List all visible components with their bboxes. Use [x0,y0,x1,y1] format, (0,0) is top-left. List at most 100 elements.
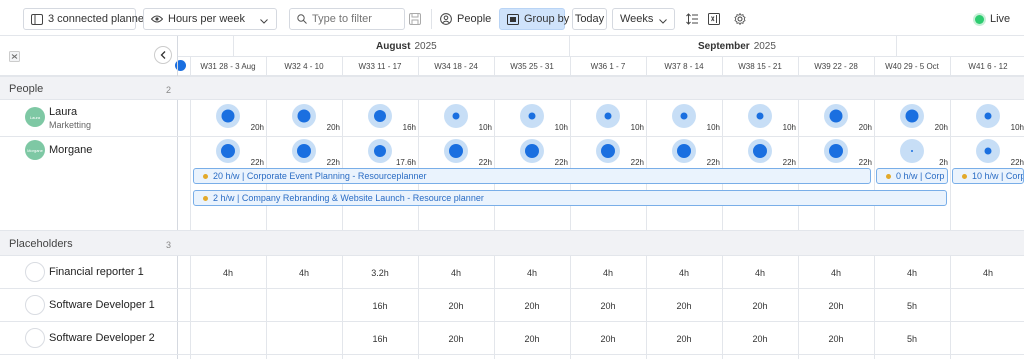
allocation-cell[interactable]: 20h [570,334,646,344]
allocation-cell[interactable]: 4h [646,268,722,278]
allocation-cell[interactable]: 5h [874,301,950,311]
week-header[interactable]: W36 1 - 7 [570,56,646,76]
week-column-line [874,56,875,359]
allocation-cell[interactable]: 16h [342,301,418,311]
allocation-cell[interactable]: 20h [722,301,798,311]
capacity-bubble[interactable] [672,139,696,163]
task-label: 10 h/w | Corp [972,171,1024,181]
connected-planners-button[interactable]: 3 connected planners [23,8,153,30]
capacity-bubble[interactable] [292,104,316,128]
capacity-bubble[interactable] [900,139,924,163]
capacity-bubble[interactable] [596,139,620,163]
capacity-dot [984,112,992,120]
row-height-icon[interactable] [686,8,698,30]
allocation-cell[interactable]: 20h [646,334,722,344]
allocation-cell[interactable]: 20h [494,301,570,311]
allocation-cell[interactable]: 16h [342,334,418,344]
hours-label: 16h [402,123,416,132]
capacity-bubble[interactable] [368,139,392,163]
capacity-dot [680,112,688,120]
allocation-cell[interactable]: 20h [722,334,798,344]
capacity-bubble[interactable] [292,139,316,163]
week-header[interactable]: W38 15 - 21 [722,56,798,76]
allocation-cell[interactable]: 4h [494,268,570,278]
task-bar[interactable]: 10 h/w | Corp [952,168,1024,184]
allocation-cell[interactable]: 3.2h [342,268,418,278]
allocation-cell[interactable]: 20h [570,301,646,311]
capacity-bubble[interactable] [368,104,392,128]
allocation-cell[interactable]: 20h [798,334,874,344]
allocation-cell[interactable]: 4h [950,268,1024,278]
allocation-cell[interactable]: 4h [798,268,874,278]
capacity-bubble[interactable] [976,139,1000,163]
week-header[interactable]: W35 25 - 31 [494,56,570,76]
capacity-bubble[interactable] [520,104,544,128]
allocation-cell[interactable]: 20h [646,301,722,311]
capacity-dot [829,109,843,123]
allocation-cell[interactable]: 4h [266,268,342,278]
capacity-bubble[interactable] [900,104,924,128]
task-status-dot [203,173,208,179]
allocation-cell[interactable]: 20h [494,334,570,344]
allocation-cell[interactable]: 4h [874,268,950,278]
live-indicator: Live [975,8,1010,30]
month-tick [896,36,897,56]
today-button[interactable]: Today [572,8,607,30]
view-select[interactable]: Hours per week [143,8,277,30]
hours-label: 20h [858,123,872,132]
capacity-bubble[interactable] [976,104,1000,128]
row-divider [0,288,1024,289]
capacity-bubble[interactable] [520,139,544,163]
group-by-button[interactable]: Group by [499,8,569,30]
allocation-cell[interactable]: 20h [418,334,494,344]
hours-label: 10h [554,123,568,132]
filter-input[interactable] [312,13,398,25]
task-bar[interactable]: 0 h/w | Corp [876,168,948,184]
week-header[interactable]: W37 8 - 14 [646,56,722,76]
capacity-dot [374,110,386,122]
placeholders-section-header[interactable]: Placeholders 3 [0,230,1024,256]
planner-icon [31,13,43,25]
range-select[interactable]: Weeks [612,8,675,30]
person-name: Morgane [49,144,93,156]
capacity-bubble[interactable] [672,104,696,128]
capacity-bubble[interactable] [444,104,468,128]
capacity-bubble[interactable] [216,104,240,128]
capacity-bubble[interactable] [824,104,848,128]
week-header[interactable]: W33 11 - 17 [342,56,418,76]
save-icon[interactable] [409,8,421,30]
month-header-august: August 2025 [376,36,437,56]
collapse-icon[interactable] [9,51,20,65]
hours-label: 20h [326,123,340,132]
gear-icon[interactable] [734,8,746,30]
capacity-bubble[interactable] [824,139,848,163]
capacity-bubble[interactable] [748,104,772,128]
week-header[interactable]: W31 28 - 3 Aug [190,56,266,76]
week-header[interactable]: W40 29 - 5 Oct [874,56,950,76]
chevron-left-icon[interactable] [154,46,172,64]
task-bar[interactable]: 2 h/w | Company Rebranding & Website Lau… [193,190,947,206]
people-section-header[interactable]: People 2 [0,76,1024,100]
week-header[interactable]: W32 4 - 10 [266,56,342,76]
week-header[interactable]: W39 22 - 28 [798,56,874,76]
week-header[interactable]: W41 6 - 12 [950,56,1024,76]
allocation-cell[interactable]: 4h [418,268,494,278]
capacity-bubble[interactable] [444,139,468,163]
people-button[interactable]: People [440,8,491,30]
capacity-bubble[interactable] [596,104,620,128]
allocation-cell[interactable]: 4h [570,268,646,278]
allocation-cell[interactable]: 4h [190,268,266,278]
week-header[interactable]: W34 18 - 24 [418,56,494,76]
allocation-cell[interactable]: 20h [418,301,494,311]
capacity-dot [753,144,767,158]
filter-input-box[interactable] [289,8,405,30]
allocation-cell[interactable]: 4h [722,268,798,278]
export-icon[interactable] [708,8,720,30]
week-column-line [494,56,495,359]
allocation-cell[interactable]: 5h [874,334,950,344]
capacity-bubble[interactable] [748,139,772,163]
capacity-bubble[interactable] [216,139,240,163]
task-bar[interactable]: 20 h/w | Corporate Event Planning - Reso… [193,168,871,184]
hours-label: 2h [939,158,948,167]
allocation-cell[interactable]: 20h [798,301,874,311]
